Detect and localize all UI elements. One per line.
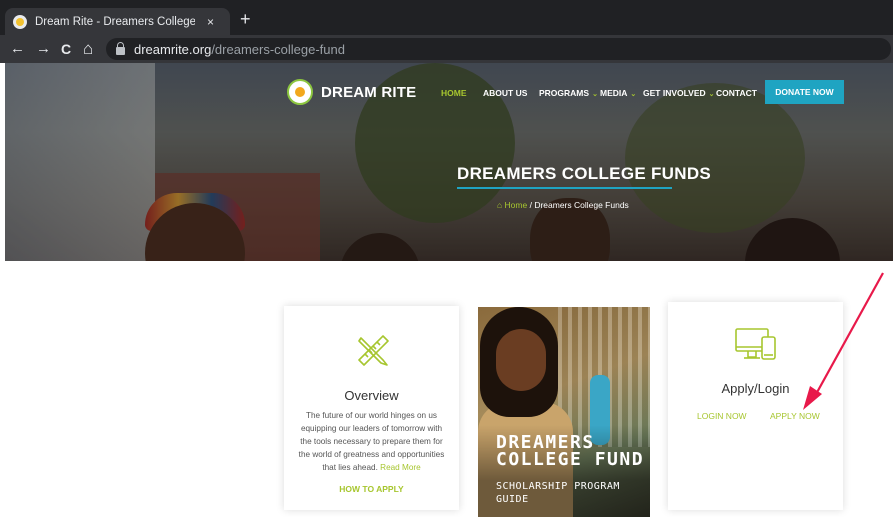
breadcrumb: ⌂ Home / Dreamers College Funds <box>497 200 629 210</box>
chevron-down-icon: ⌄ <box>630 91 637 98</box>
breadcrumb-home-link[interactable]: ⌂ Home <box>497 200 527 210</box>
site-logo[interactable]: DREAM RITE <box>287 79 416 105</box>
url-path: /dreamers-college-fund <box>211 41 345 57</box>
browser-tab-bar: Dream Rite - Dreamers College F × + <box>0 0 893 35</box>
college-fund-promo-image: DREAMERS COLLEGE FUND SCHOLARSHIP PROGRA… <box>478 307 650 517</box>
site-favicon-icon <box>13 14 27 29</box>
back-arrow-icon[interactable]: ← <box>10 39 25 59</box>
how-to-apply-link[interactable]: HOW TO APPLY <box>284 484 459 494</box>
tab-close-icon[interactable]: × <box>207 15 214 29</box>
nav-media[interactable]: MEDIA ⌄ <box>600 88 636 98</box>
login-now-link[interactable]: LOGIN NOW <box>697 411 747 421</box>
read-more-link[interactable]: Read More <box>380 463 421 472</box>
new-tab-button[interactable]: + <box>240 10 251 28</box>
hero-banner: DREAM RITE HOME ABOUT US PROGRAMS ⌄ MEDIA… <box>5 63 893 261</box>
url-host: dreamrite.org <box>134 41 212 57</box>
overview-card: Overview The future of our world hinges … <box>284 306 459 510</box>
overview-body: The future of our world hinges on us equ… <box>298 411 445 472</box>
forward-arrow-icon[interactable]: → <box>36 39 51 59</box>
home-icon[interactable]: ⌂ <box>83 39 93 59</box>
apply-login-title: Apply/Login <box>721 381 790 396</box>
promo-subline-line2: GUIDE <box>496 493 529 505</box>
logo-text: DREAM RITE <box>321 83 417 101</box>
promo-subline: SCHOLARSHIP PROGRAM GUIDE <box>496 481 620 506</box>
chevron-down-icon: ⌄ <box>708 91 715 98</box>
breadcrumb-separator: / <box>529 200 532 210</box>
promo-subline-line1: SCHOLARSHIP PROGRAM <box>496 481 620 492</box>
pencil-ruler-icon <box>358 335 389 366</box>
overview-title: Overview <box>344 388 399 403</box>
breadcrumb-current: Dreamers College Funds <box>534 200 629 210</box>
nav-programs-label: PROGRAMS <box>539 88 590 98</box>
nav-get-involved[interactable]: GET INVOLVED ⌄ <box>643 88 715 98</box>
nav-home[interactable]: HOME <box>441 88 467 98</box>
apply-now-link[interactable]: APPLY NOW <box>770 411 820 421</box>
browser-tab[interactable]: Dream Rite - Dreamers College F × <box>5 8 230 35</box>
title-underline <box>457 187 672 189</box>
tab-title: Dream Rite - Dreamers College F <box>35 15 195 28</box>
nav-programs[interactable]: PROGRAMS ⌄ <box>539 88 598 98</box>
nav-about-us[interactable]: ABOUT US <box>483 88 527 98</box>
page-title: DREAMERS COLLEGE FUNDS <box>457 164 712 183</box>
address-bar[interactable]: dreamrite.org /dreamers-college-fund <box>106 38 891 60</box>
browser-toolbar: ← → C ⌂ dreamrite.org /dreamers-college-… <box>0 35 893 63</box>
breadcrumb-home-label: Home <box>504 200 528 210</box>
promo-headline-line2: COLLEGE FUND <box>496 449 645 470</box>
apply-login-card: Apply/Login LOGIN NOW APPLY NOW <box>668 302 843 510</box>
donate-now-button[interactable]: DONATE NOW <box>765 80 844 104</box>
nav-contact[interactable]: CONTACT <box>716 88 757 98</box>
reload-icon[interactable]: C <box>61 39 71 59</box>
promo-student-face <box>496 329 546 391</box>
overview-text: The future of our world hinges on us equ… <box>296 409 447 474</box>
nav-get-involved-label: GET INVOLVED <box>643 88 706 98</box>
chevron-down-icon: ⌄ <box>592 91 598 98</box>
promo-headline: DREAMERS COLLEGE FUND <box>496 434 645 470</box>
lock-icon <box>116 41 125 55</box>
nav-media-label: MEDIA <box>600 88 628 98</box>
home-icon: ⌂ <box>497 200 505 210</box>
dream-rite-logo-icon <box>287 79 313 105</box>
devices-icon <box>735 328 776 360</box>
